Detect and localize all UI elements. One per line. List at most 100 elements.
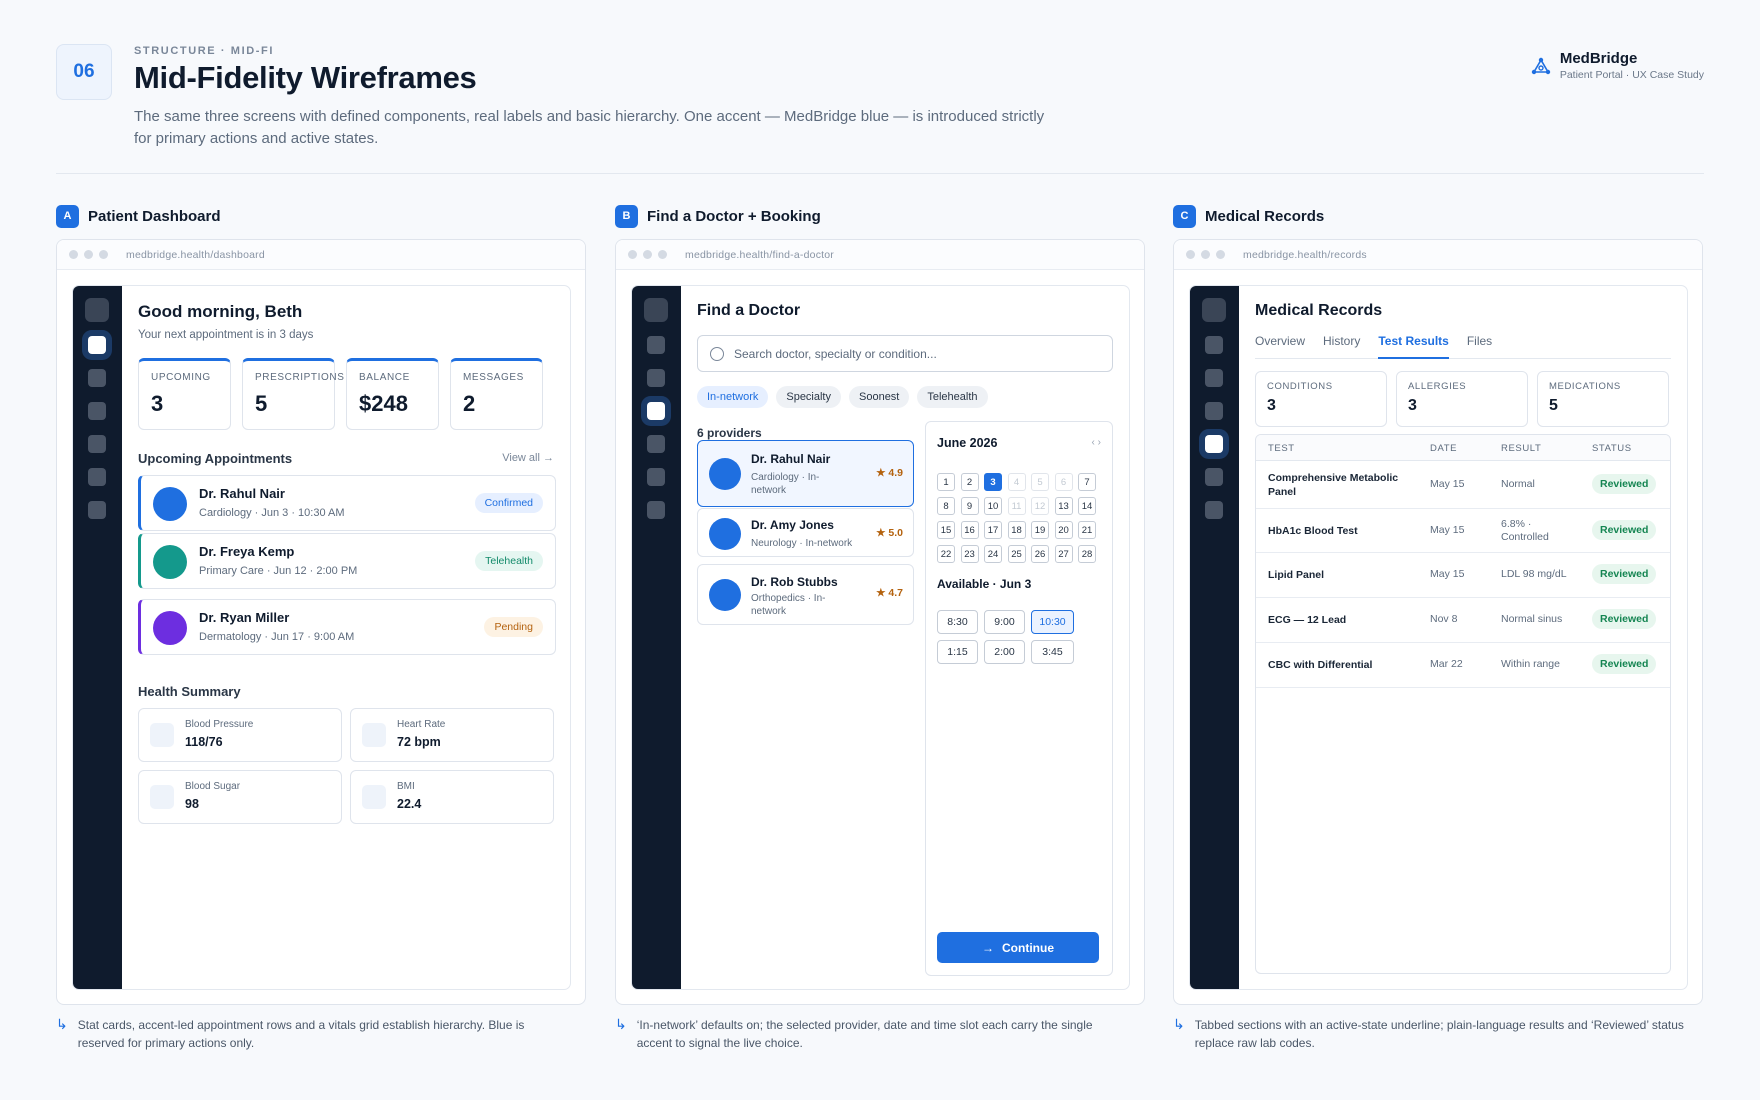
provider-card[interactable]: Dr. Rahul Nair Cardiology · In-network ★… <box>697 440 914 507</box>
filter-chip-specialty[interactable]: Specialty <box>776 386 841 408</box>
appointment-row[interactable]: Dr. Freya Kemp Primary Care · Jun 12 · 2… <box>138 533 556 589</box>
stat-value: 3 <box>1408 397 1417 414</box>
test-result: Normal sinus <box>1501 613 1563 625</box>
calendar-day[interactable]: 23 <box>960 545 979 563</box>
calendar-day[interactable]: 7 <box>1078 473 1096 491</box>
vital-card-bmi[interactable]: BMI 22.4 <box>350 770 554 824</box>
calendar-nav-icon[interactable] <box>88 402 106 420</box>
vital-card-blood-pressure[interactable]: Blood Pressure 118/76 <box>138 708 342 762</box>
status-badge: Reviewed <box>1592 564 1657 584</box>
stat-card-prescriptions[interactable]: PRESCRIPTIONS 5 <box>242 358 344 430</box>
doctors-nav-icon[interactable] <box>88 369 106 387</box>
test-name: ECG — 12 Lead <box>1268 614 1347 626</box>
time-slot[interactable]: 8:30 <box>937 610 978 634</box>
search-input[interactable] <box>734 346 1094 361</box>
calendar-day[interactable]: 2 <box>960 473 979 491</box>
settings-nav-icon[interactable] <box>88 501 106 519</box>
calendar-day[interactable]: 3 <box>984 473 1002 491</box>
continue-button[interactable]: → Continue <box>937 932 1099 963</box>
address-bar[interactable]: medbridge.health/dashboard <box>126 249 265 261</box>
vital-card-blood-sugar[interactable]: Blood Sugar 98 <box>138 770 342 824</box>
calendar-day[interactable]: 19 <box>1031 521 1049 539</box>
calendar-day[interactable]: 20 <box>1054 521 1073 539</box>
calendar-day[interactable]: 13 <box>1054 497 1073 515</box>
filter-chip-telehealth[interactable]: Telehealth <box>917 386 988 408</box>
stat-card-balance[interactable]: BALANCE $248 <box>346 358 439 430</box>
test-name: HbA1c Blood Test <box>1268 525 1358 537</box>
filter-chip-in-network[interactable]: In-network <box>697 386 769 408</box>
records-nav-icon[interactable] <box>647 435 665 453</box>
calendar-day[interactable]: 8 <box>937 497 955 515</box>
calendar-day: 11 <box>1007 497 1026 515</box>
settings-nav-icon[interactable] <box>647 501 665 519</box>
window-dot <box>628 250 637 259</box>
time-slot[interactable]: 9:00 <box>984 610 1025 634</box>
home-nav-icon[interactable] <box>647 336 665 354</box>
find-doctor-label: B Find a Doctor + Booking <box>615 204 1145 228</box>
sidebar <box>73 286 122 989</box>
filter-chip-soonest[interactable]: Soonest <box>849 386 910 408</box>
calendar-day[interactable]: 14 <box>1078 497 1096 515</box>
calendar-day[interactable]: 9 <box>960 497 979 515</box>
table-row[interactable]: Comprehensive Metabolic Panel May 15 Nor… <box>1256 461 1670 509</box>
month-nav-arrows-icon[interactable]: ‹ › <box>1092 437 1101 448</box>
doctors-nav-icon[interactable] <box>1205 369 1223 387</box>
calendar-day[interactable]: 15 <box>937 521 955 539</box>
calendar-day[interactable]: 22 <box>937 545 955 563</box>
test-result: LDL 98 mg/dL <box>1501 568 1567 580</box>
time-slot[interactable]: 2:00 <box>984 640 1025 664</box>
stat-card-medications[interactable]: MEDICATIONS 5 <box>1537 371 1669 427</box>
records-nav-icon[interactable] <box>1205 435 1223 453</box>
time-slot[interactable]: 10:30 <box>1031 610 1074 634</box>
stat-card-allergies[interactable]: ALLERGIES 3 <box>1396 371 1528 427</box>
search-box[interactable] <box>697 335 1113 372</box>
section-number: 06 <box>56 44 112 100</box>
calendar-nav-icon[interactable] <box>1205 402 1223 420</box>
time-slot[interactable]: 1:15 <box>937 640 978 664</box>
table-row[interactable]: ECG — 12 Lead Nov 8 Normal sinus Reviewe… <box>1256 598 1670 643</box>
records-nav-icon[interactable] <box>88 435 106 453</box>
calendar-day[interactable]: 1 <box>937 473 955 491</box>
calendar-day[interactable]: 24 <box>984 545 1002 563</box>
avatar <box>153 545 187 579</box>
address-bar[interactable]: medbridge.health/records <box>1243 249 1367 261</box>
provider-card[interactable]: Dr. Rob Stubbs Orthopedics · In-network … <box>697 564 914 625</box>
messages-nav-icon[interactable] <box>88 468 106 486</box>
calendar-day: 12 <box>1031 497 1049 515</box>
appointment-row[interactable]: Dr. Rahul Nair Cardiology · Jun 3 · 10:3… <box>138 475 556 531</box>
status-badge: Reviewed <box>1592 609 1657 629</box>
calendar-day[interactable]: 26 <box>1031 545 1049 563</box>
doctors-nav-icon[interactable] <box>647 402 665 420</box>
vital-card-heart-rate[interactable]: Heart Rate 72 bpm <box>350 708 554 762</box>
home-nav-icon[interactable] <box>88 336 106 354</box>
messages-nav-icon[interactable] <box>647 468 665 486</box>
table-row[interactable]: HbA1c Blood Test May 15 6.8% · Controlle… <box>1256 509 1670 553</box>
provider-card[interactable]: Dr. Amy Jones Neurology · In-network ★ 5… <box>697 508 914 557</box>
calendar-day[interactable]: 10 <box>984 497 1002 515</box>
test-result: Within range <box>1501 658 1560 670</box>
calendar-day[interactable]: 25 <box>1007 545 1026 563</box>
table-row[interactable]: Lipid Panel May 15 LDL 98 mg/dL Reviewed <box>1256 553 1670 598</box>
stat-card-conditions[interactable]: CONDITIONS 3 <box>1255 371 1387 427</box>
table-row[interactable]: CBC with Differential Mar 22 Within rang… <box>1256 643 1670 688</box>
stat-card-messages[interactable]: MESSAGES 2 <box>450 358 543 430</box>
settings-nav-icon[interactable] <box>1205 501 1223 519</box>
tab-history[interactable]: History <box>1323 332 1360 358</box>
messages-nav-icon[interactable] <box>1205 468 1223 486</box>
calendar-day[interactable]: 27 <box>1054 545 1073 563</box>
tab-overview[interactable]: Overview <box>1255 332 1305 358</box>
calendar-day[interactable]: 18 <box>1007 521 1026 539</box>
calendar-day[interactable]: 17 <box>984 521 1002 539</box>
calendar-nav-icon[interactable] <box>647 369 665 387</box>
time-slot[interactable]: 3:45 <box>1031 640 1074 664</box>
tab-test-results[interactable]: Test Results <box>1378 332 1449 359</box>
view-all-link[interactable]: View all → <box>502 452 554 464</box>
tab-files[interactable]: Files <box>1467 332 1492 358</box>
stat-card-upcoming[interactable]: UPCOMING 3 <box>138 358 231 430</box>
calendar-day[interactable]: 21 <box>1078 521 1096 539</box>
home-nav-icon[interactable] <box>1205 336 1223 354</box>
address-bar[interactable]: medbridge.health/find-a-doctor <box>685 249 834 261</box>
calendar-day[interactable]: 28 <box>1078 545 1096 563</box>
calendar-day[interactable]: 16 <box>960 521 979 539</box>
appointment-row[interactable]: Dr. Ryan Miller Dermatology · Jun 17 · 9… <box>138 599 556 655</box>
